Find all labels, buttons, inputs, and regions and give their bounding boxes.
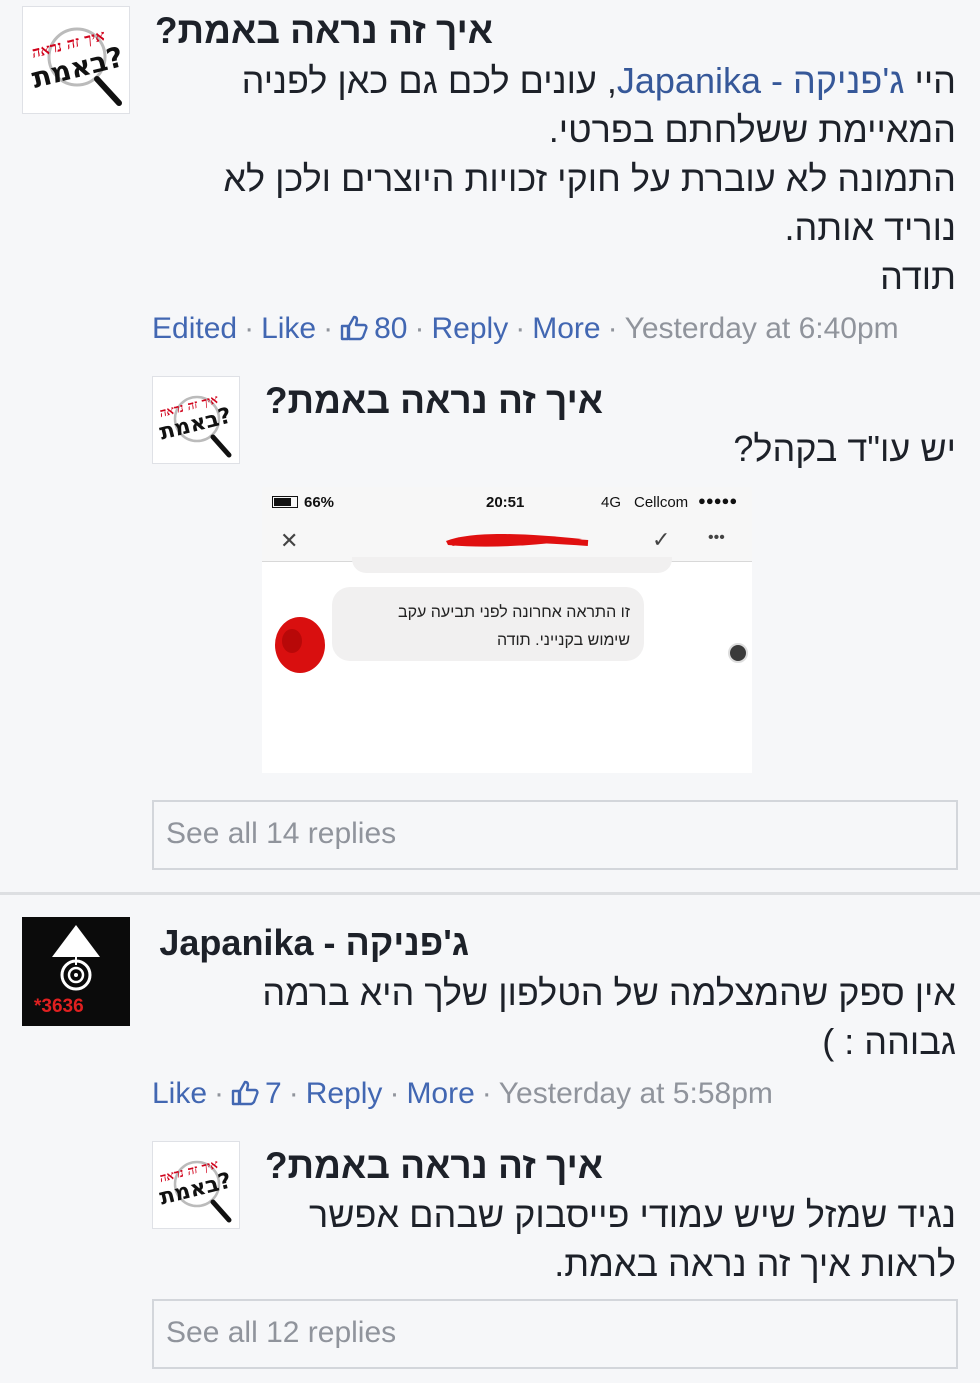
reply-author[interactable]: איך זה נראה באמת?: [265, 1145, 603, 1187]
see-all-replies-button[interactable]: See all 12 replies: [152, 1299, 958, 1369]
attached-photo[interactable]: 66% 20:51 4G Cellcom ●●●●● ✕ ✓ ••• זו הת…: [262, 487, 752, 773]
avatar[interactable]: איך זה נראה באמת?: [152, 1141, 240, 1229]
comment-timestamp[interactable]: Yesterday at 6:40pm: [625, 312, 899, 345]
reply-button[interactable]: Reply: [306, 1077, 383, 1110]
clock: 20:51: [486, 494, 525, 511]
see-all-replies-button[interactable]: See all 14 replies: [152, 800, 958, 870]
comment-text-line: אין ספק שהמצלמה של הטלפון שלך היא ברמה: [262, 972, 956, 1013]
avatar[interactable]: איך זה נראה באמת?: [152, 376, 240, 464]
comment-author[interactable]: איך זה נראה באמת?: [155, 10, 493, 52]
avatar[interactable]: *3636: [22, 917, 130, 1026]
more-button[interactable]: More: [532, 312, 600, 345]
message-bubble: זו התראה אחרונה לפני תביעה עקב שימוש בקנ…: [332, 587, 644, 661]
battery-icon: [272, 496, 298, 508]
red-scribble: [446, 534, 589, 547]
signal-icon: ●●●●●: [698, 493, 738, 508]
more-button[interactable]: More: [406, 1077, 474, 1110]
red-scribble-avatar: [275, 617, 325, 673]
comment-text-line: התמונה לא עוברת על חוקי זכויות היוצרים ו…: [223, 158, 956, 199]
like-count[interactable]: 80: [340, 312, 408, 345]
previous-message-bubble: [352, 557, 672, 573]
like-button[interactable]: Like: [261, 312, 316, 345]
like-count[interactable]: 7: [231, 1077, 282, 1110]
comment-meta: Edited · Like · 80 · Reply · More · Yesterday at 6…: [152, 312, 899, 345]
reply-text-line: נגיד שמזל שיש עמודי פייסבוק שבהם אפשר: [309, 1194, 956, 1235]
comment-meta: Like · 7 · Reply · More · Yesterday at 5:58pm: [152, 1077, 773, 1110]
reply-text: נגיד שמזל שיש עמודי פייסבוק שבהם אפשר לר…: [236, 1190, 956, 1288]
comment-author[interactable]: ג'פניקה - Japanika: [159, 922, 469, 964]
more-dots-icon: •••: [708, 529, 725, 546]
close-icon: ✕: [280, 528, 299, 553]
comment-timestamp[interactable]: Yesterday at 5:58pm: [499, 1077, 773, 1110]
check-icon: ✓: [652, 527, 671, 552]
thumbs-up-icon: [340, 315, 368, 341]
thumbs-up-icon: [231, 1080, 259, 1106]
edited-link[interactable]: Edited: [152, 312, 237, 345]
comment-text-line: נוריד אותה.: [784, 207, 956, 248]
avatar[interactable]: איך זה נראה באמת?: [22, 6, 130, 114]
comment-text: היי ג'פניקה - Japanika, עונים לכם גם כאן…: [156, 56, 956, 301]
comment-divider: [0, 892, 980, 895]
comment-text-line: תודה: [880, 256, 956, 297]
message-line: זו התראה אחרונה לפני תביעה עקב: [398, 604, 630, 621]
reply-text: יש עו"ד בקהל?: [733, 428, 956, 469]
comment-text-line: גבוהה : ): [822, 1021, 956, 1062]
comment-text-line: היי ג'פניקה - Japanika, עונים לכם גם כאן…: [156, 56, 956, 105]
reply-text-line: לראות איך זה נראה באמת.: [554, 1243, 956, 1284]
message-line: שימוש בקנייני. תודה: [496, 632, 630, 649]
phone-status-bar: 66% 20:51 4G Cellcom ●●●●●: [262, 487, 752, 519]
reply-button[interactable]: Reply: [432, 312, 509, 345]
like-button[interactable]: Like: [152, 1077, 207, 1110]
seen-avatar: [728, 643, 748, 663]
comment-text-rest: , עונים לכם גם כאן לפניה: [241, 60, 617, 101]
battery-level: 66%: [304, 494, 335, 511]
comment-text-line: המאיימת ששלחתם בפרטי.: [548, 109, 956, 150]
badge-text: *3636: [34, 996, 84, 1017]
comment-greeting: היי: [904, 60, 956, 101]
carrier: Cellcom: [634, 494, 689, 511]
network-type: 4G: [601, 494, 622, 511]
comment-text: אין ספק שהמצלמה של הטלפון שלך היא ברמה ג…: [156, 968, 956, 1066]
mention-link[interactable]: ג'פניקה - Japanika: [617, 60, 905, 101]
phone-nav-bar: ✕ ✓ •••: [262, 519, 752, 562]
reply-author[interactable]: איך זה נראה באמת?: [265, 380, 603, 422]
